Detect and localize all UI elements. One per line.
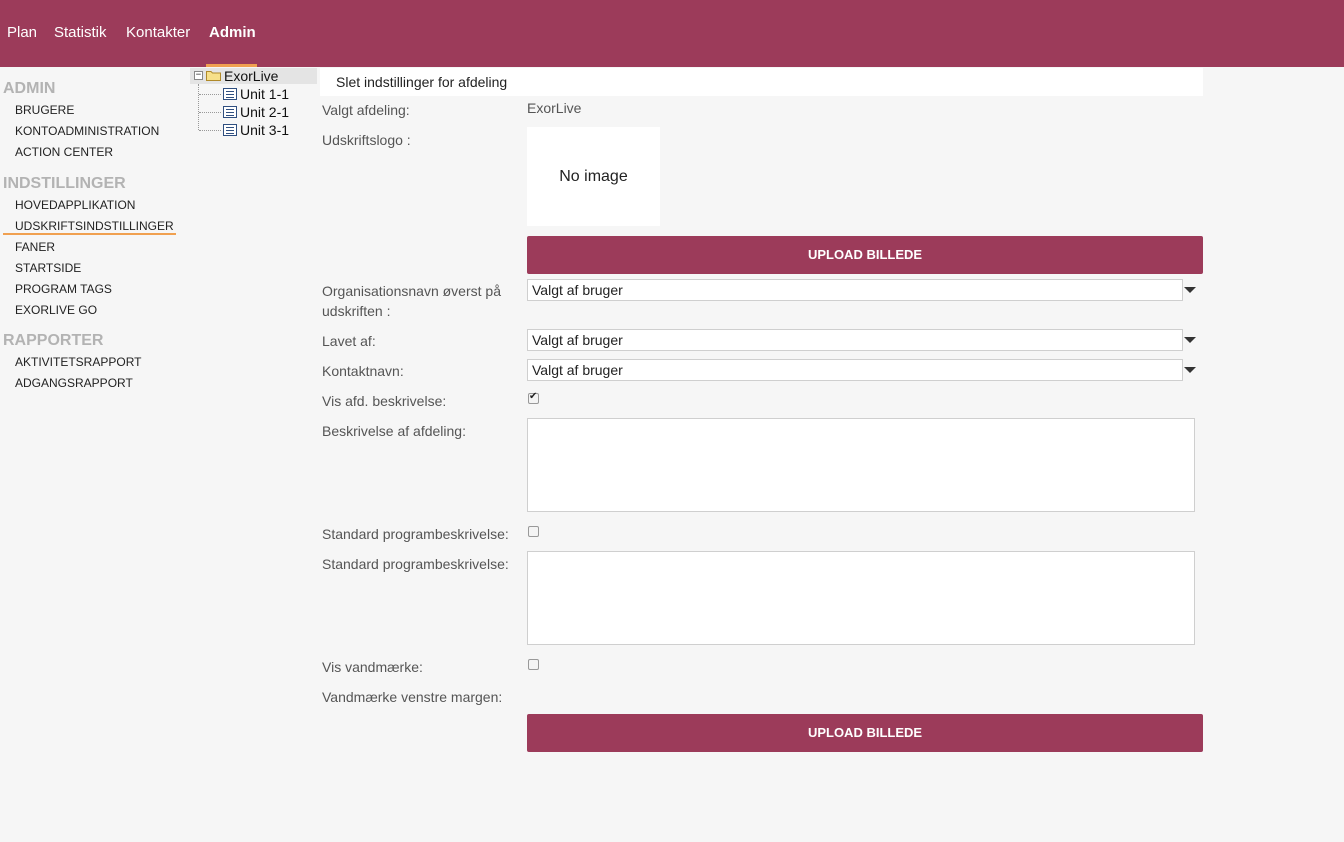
sidebar-item-startside[interactable]: STARTSIDE: [15, 261, 81, 275]
made-by-select-value: Valgt af bruger: [532, 332, 623, 348]
folder-icon: [206, 71, 221, 81]
collapse-icon[interactable]: −: [194, 71, 203, 80]
print-logo-label: Udskriftslogo :: [322, 132, 411, 148]
sidebar-item-udskriftsindstillinger[interactable]: UDSKRIFTSINDSTILLINGER: [15, 219, 174, 233]
made-by-select[interactable]: Valgt af bruger: [527, 329, 1183, 351]
sidebar-item-faner[interactable]: FANER: [15, 240, 55, 254]
tree-item-unit-2-1[interactable]: Unit 2-1: [240, 104, 289, 120]
watermark-checkbox[interactable]: [528, 659, 539, 670]
unit-icon: [223, 88, 237, 100]
sidebar-heading-indstillinger: INDSTILLINGER: [3, 175, 126, 192]
top-navigation-bar: Plan Statistik Kontakter Admin: [0, 0, 1344, 67]
panel-header-label[interactable]: Slet indstillinger for afdeling: [336, 74, 507, 90]
chevron-down-icon[interactable]: [1184, 287, 1196, 293]
contact-name-label: Kontaktnavn:: [322, 363, 404, 379]
std-program-desc-check-label: Standard programbeskrivelse:: [322, 526, 509, 542]
nav-statistik[interactable]: Statistik: [54, 24, 107, 41]
logo-placeholder-text: No image: [559, 168, 628, 185]
nav-kontakter[interactable]: Kontakter: [126, 24, 190, 41]
upload-watermark-button[interactable]: UPLOAD BILLEDE: [527, 714, 1203, 752]
tree-connector: [199, 94, 221, 95]
tree-item-unit-3-1[interactable]: Unit 3-1: [240, 122, 289, 138]
org-name-select[interactable]: Valgt af bruger: [527, 279, 1183, 301]
sidebar-heading-rapporter: RAPPORTER: [3, 332, 104, 349]
delete-settings-link[interactable]: Slet indstillinger for afdeling: [320, 68, 1203, 96]
std-program-desc-checkbox[interactable]: [528, 526, 539, 537]
tree-root-label[interactable]: ExorLive: [224, 68, 278, 84]
nav-admin[interactable]: Admin: [209, 24, 256, 41]
made-by-label: Lavet af:: [322, 333, 376, 349]
unit-icon: [223, 124, 237, 136]
sidebar-active-indicator: [3, 233, 176, 235]
std-program-desc-textarea[interactable]: [527, 551, 1195, 645]
nav-active-indicator: [206, 64, 257, 67]
sidebar-item-exorlive-go[interactable]: EXORLIVE GO: [15, 303, 97, 317]
org-name-label: Organisationsnavn øverst på udskriften :: [322, 283, 501, 319]
sidebar-item-hovedapplikation[interactable]: HOVEDAPPLIKATION: [15, 198, 135, 212]
tree-connector: [198, 84, 199, 130]
show-dept-desc-checkbox[interactable]: [528, 391, 539, 404]
show-dept-desc-label: Vis afd. beskrivelse:: [322, 393, 447, 409]
nav-plan[interactable]: Plan: [7, 24, 37, 41]
std-program-desc-text-label: Standard programbeskrivelse:: [322, 556, 509, 572]
sidebar-item-adgangsrapport[interactable]: ADGANGSRAPPORT: [15, 376, 133, 390]
tree-root-row[interactable]: − ExorLive: [190, 68, 317, 84]
tree-connector: [199, 130, 221, 131]
sidebar-item-program-tags[interactable]: PROGRAM TAGS: [15, 282, 112, 296]
watermark-label: Vis vandmærke:: [322, 659, 423, 675]
selected-dept-label: Valgt afdeling:: [322, 102, 410, 118]
chevron-down-icon[interactable]: [1184, 337, 1196, 343]
selected-dept-value: ExorLive: [527, 100, 582, 116]
contact-name-select-value: Valgt af bruger: [532, 362, 623, 378]
dept-desc-label: Beskrivelse af afdeling:: [322, 423, 466, 439]
upload-logo-button[interactable]: UPLOAD BILLEDE: [527, 236, 1203, 274]
sidebar-heading-admin: ADMIN: [3, 80, 56, 97]
sidebar-item-aktivitetsrapport[interactable]: AKTIVITETSRAPPORT: [15, 355, 141, 369]
unit-icon: [223, 106, 237, 118]
dept-desc-textarea[interactable]: [527, 418, 1195, 512]
tree-connector: [199, 112, 221, 113]
sidebar-item-action-center[interactable]: ACTION CENTER: [15, 145, 113, 159]
contact-name-select[interactable]: Valgt af bruger: [527, 359, 1183, 381]
sidebar-item-kontoadministration[interactable]: KONTOADMINISTRATION: [15, 124, 159, 138]
watermark-margin-label: Vandmærke venstre margen:: [322, 689, 503, 705]
org-name-select-value: Valgt af bruger: [532, 282, 623, 298]
sidebar-item-brugere[interactable]: BRUGERE: [15, 103, 74, 117]
department-tree: − ExorLive Unit 1-1 Unit 2-1 Unit 3-1: [190, 68, 317, 142]
tree-item-unit-1-1[interactable]: Unit 1-1: [240, 86, 289, 102]
logo-preview: No image: [527, 127, 660, 226]
chevron-down-icon[interactable]: [1184, 367, 1196, 373]
